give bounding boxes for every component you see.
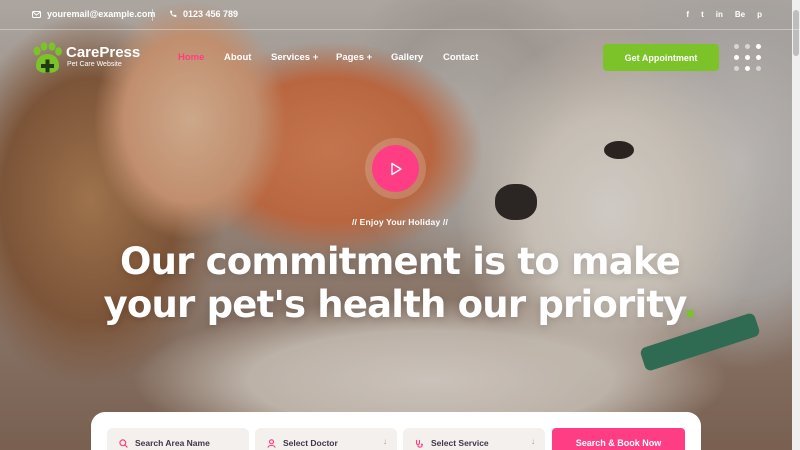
search-area-placeholder: Search Area Name [135, 438, 210, 448]
hero-headline: Our commitment is to make your pet's hea… [0, 240, 800, 326]
play-icon [390, 162, 402, 175]
select-service-dropdown[interactable]: Select Service ↓ [403, 428, 545, 450]
dog-eye [604, 141, 634, 159]
topbar: youremail@example.com 0123 456 789 f t i… [0, 0, 800, 30]
email-text: youremail@example.com [47, 9, 156, 19]
nav-gallery[interactable]: Gallery [391, 52, 423, 63]
nav-services[interactable]: Services + [271, 52, 318, 63]
mail-icon [32, 10, 41, 18]
phone-text: 0123 456 789 [183, 9, 239, 19]
headline-line-2: your pet's health our priority. [0, 283, 800, 326]
site-logo[interactable]: CarePress Pet Care Website [30, 42, 140, 74]
booking-form: Search Area Name Select Doctor ↓ Select … [91, 412, 701, 450]
nav-home[interactable]: Home [178, 52, 204, 63]
stethoscope-icon [415, 439, 423, 448]
nav-pages[interactable]: Pages + [336, 52, 372, 63]
logo-subtitle: Pet Care Website [67, 61, 122, 68]
phone-icon [170, 10, 177, 17]
dog-nose [495, 184, 537, 220]
email-contact[interactable]: youremail@example.com [32, 9, 155, 19]
social-links: f t in Be p [686, 10, 762, 19]
arrow-down-icon: ↓ [531, 437, 535, 446]
pinterest-icon[interactable]: p [757, 10, 762, 19]
search-book-button[interactable]: Search & Book Now [552, 428, 685, 450]
nav-about[interactable]: About [224, 52, 251, 63]
headline-line-2-text: your pet's health our priority [103, 283, 684, 326]
select-doctor-placeholder: Select Doctor [283, 438, 338, 448]
grid-menu-icon[interactable] [734, 44, 762, 72]
behance-icon[interactable]: Be [735, 10, 745, 19]
facebook-icon[interactable]: f [686, 10, 689, 19]
phone-contact[interactable]: 0123 456 789 [169, 9, 238, 19]
linkedin-icon[interactable]: in [716, 10, 723, 19]
nav-contact[interactable]: Contact [443, 52, 478, 63]
select-service-placeholder: Select Service [431, 438, 489, 448]
arrow-down-icon: ↓ [383, 437, 387, 446]
headline-line-1: Our commitment is to make [119, 240, 681, 283]
select-doctor-dropdown[interactable]: Select Doctor ↓ [255, 428, 397, 450]
logo-title: CarePress [66, 44, 141, 61]
hero-tagline: // Enjoy Your Holiday // [351, 217, 449, 227]
paw-plus-logo-icon [33, 42, 62, 73]
search-area-input[interactable]: Search Area Name [107, 428, 249, 450]
headline-accent-dot: . [683, 283, 697, 326]
play-video-button[interactable] [372, 145, 419, 192]
topbar-divider [152, 9, 153, 21]
user-icon [267, 438, 276, 448]
twitter-icon[interactable]: t [701, 10, 704, 19]
get-appointment-button[interactable]: Get Appointment [603, 44, 719, 71]
search-icon [119, 438, 128, 448]
